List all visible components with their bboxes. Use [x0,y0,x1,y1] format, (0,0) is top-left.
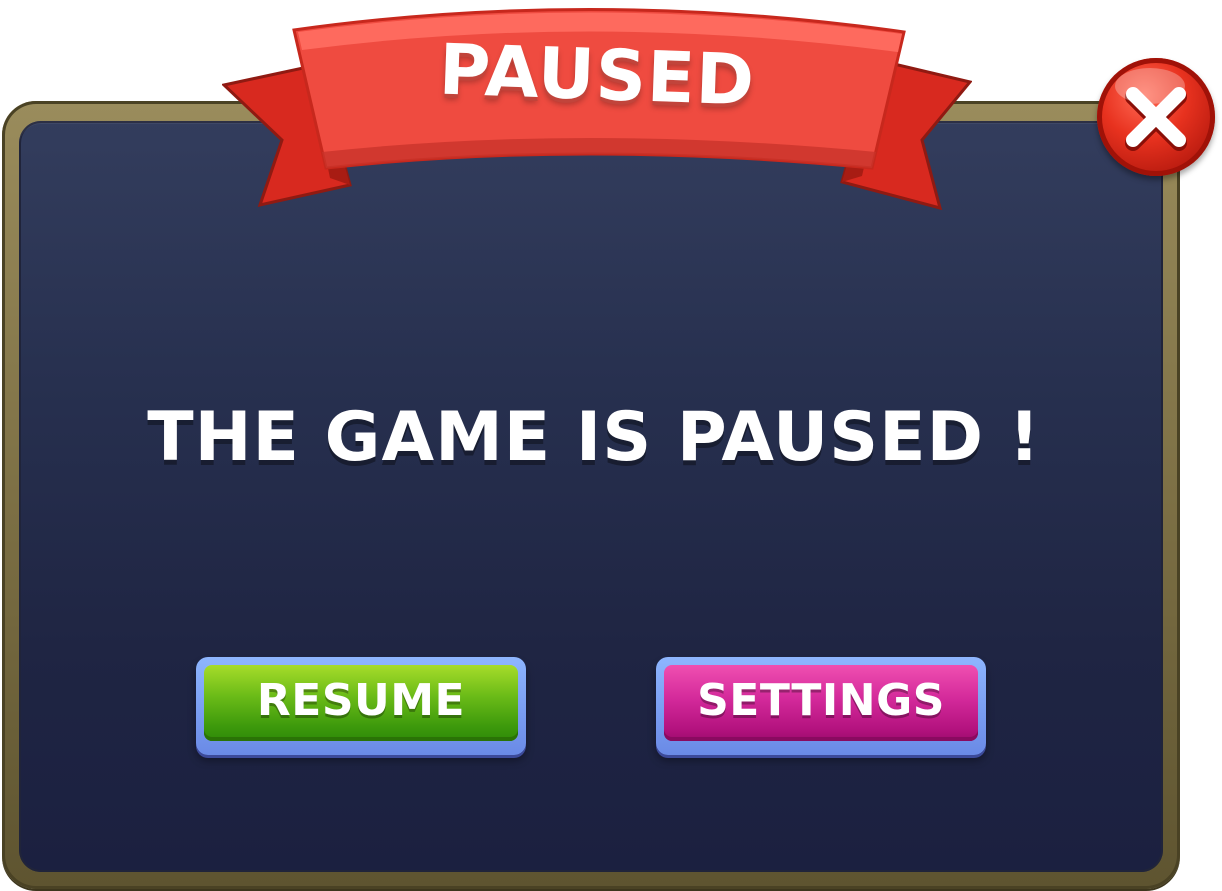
settings-button[interactable]: SETTINGS [656,657,986,755]
pause-dialog-frame [2,101,1180,889]
pause-screen: PAUSED THE GAME IS PAUSED ! RESUME SETTI… [0,0,1222,891]
close-icon [1125,87,1187,151]
resume-button-label: RESUME [256,675,466,726]
pause-dialog-panel [19,121,1163,872]
close-button[interactable] [1097,58,1215,176]
resume-button[interactable]: RESUME [196,657,526,755]
title-ribbon: PAUSED [222,0,972,215]
settings-button-label: SETTINGS [697,675,945,726]
pause-message: THE GAME IS PAUSED ! [147,398,1041,477]
